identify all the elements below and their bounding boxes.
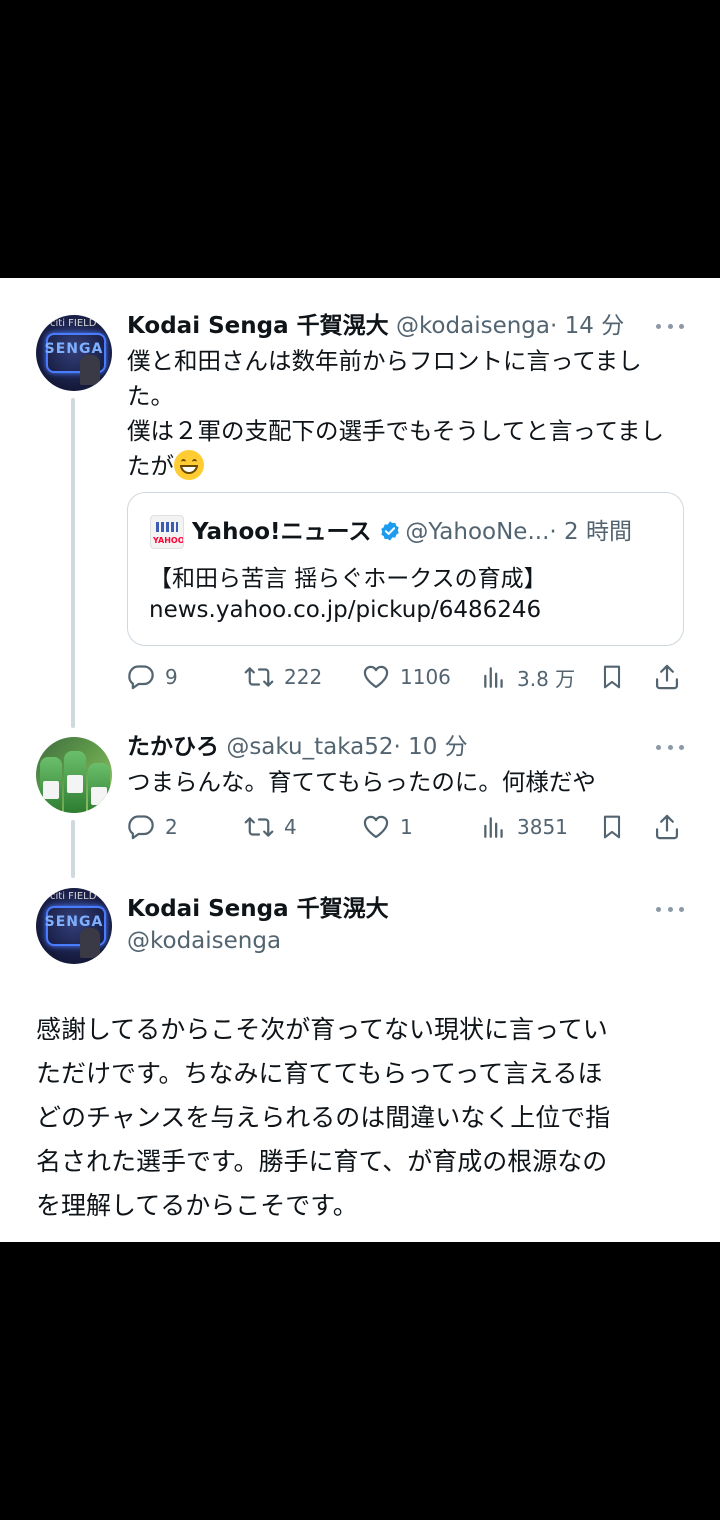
tweet-text-line: 感謝してるからこそ次が育ってない現状に言ってい bbox=[36, 1015, 608, 1044]
retweet-count: 222 bbox=[284, 665, 323, 689]
senga-logo: SENGA bbox=[44, 914, 104, 930]
tweet-text-line: 名された選手です。勝手に育て、が育成の根源なの bbox=[36, 1147, 608, 1176]
views-count: 3.8 万 bbox=[517, 666, 576, 691]
reply-count: 2 bbox=[165, 815, 178, 839]
tweet-text-line-text: たが bbox=[127, 452, 174, 480]
top-black-band bbox=[0, 0, 720, 278]
bookmark-icon bbox=[603, 665, 621, 689]
verified-badge-icon bbox=[381, 521, 400, 541]
timestamp[interactable]: · 14 分 bbox=[550, 313, 624, 339]
citi-field-logo: citi FIELD bbox=[50, 891, 97, 902]
tweet-text-line: たが bbox=[127, 449, 697, 484]
retweet-icon bbox=[244, 817, 274, 837]
thread-line bbox=[71, 820, 75, 878]
quoted-timestamp[interactable]: · 2 時間 bbox=[549, 519, 632, 545]
user-handle[interactable]: @kodaisenga bbox=[396, 313, 550, 339]
share-button[interactable] bbox=[653, 660, 681, 694]
quoted-tweet-card[interactable]: YAHOO Yahoo!ニュース @YahooNe...· 2 時間 【和田ら苦言… bbox=[127, 492, 684, 646]
timestamp[interactable]: · 10 分 bbox=[393, 734, 467, 760]
views-chart-icon bbox=[484, 667, 503, 688]
bottle-image bbox=[40, 757, 62, 813]
retweet-icon bbox=[244, 667, 274, 687]
avatar[interactable]: citi FIELD SENGA bbox=[36, 315, 112, 391]
tweet-text-line: 僕は２軍の支配下の選手でもそうしてと言ってまし bbox=[127, 417, 664, 445]
bottle-image bbox=[64, 751, 86, 813]
share-icon bbox=[655, 664, 679, 690]
more-options-icon[interactable] bbox=[656, 742, 684, 752]
share-icon bbox=[655, 814, 679, 840]
retweet-button[interactable]: 4 bbox=[244, 810, 297, 844]
bookmark-button[interactable] bbox=[599, 810, 625, 844]
more-options-icon[interactable] bbox=[656, 904, 684, 914]
views-button[interactable]: 3.8 万 bbox=[481, 660, 575, 694]
like-count: 1106 bbox=[400, 665, 451, 689]
citi-field-logo: citi FIELD bbox=[50, 318, 97, 329]
heart-icon bbox=[363, 815, 389, 839]
quoted-user-handle[interactable]: @YahooNe... bbox=[405, 519, 549, 545]
bottle-image bbox=[88, 763, 110, 813]
tweet-text-line: た。 bbox=[127, 382, 174, 410]
tweet-actions: 9 222 1106 3.8 万 bbox=[127, 660, 683, 694]
tweet-text-line: 僕と和田さんは数年前からフロントに言ってまし bbox=[127, 347, 642, 375]
reply-button[interactable]: 9 bbox=[127, 660, 178, 694]
user-handle[interactable]: @kodaisenga bbox=[127, 926, 281, 956]
bookmark-icon bbox=[603, 815, 621, 839]
views-count: 3851 bbox=[517, 815, 568, 839]
senga-logo: SENGA bbox=[44, 341, 104, 357]
tweet-actions: 2 4 1 3851 bbox=[127, 810, 683, 844]
player-figure bbox=[80, 928, 100, 958]
views-button[interactable]: 3851 bbox=[481, 810, 568, 844]
retweet-count: 4 bbox=[284, 815, 297, 839]
quoted-display-name[interactable]: Yahoo!ニュース bbox=[192, 519, 371, 545]
tweet-text-line: を理解してるからこそです。 bbox=[36, 1191, 358, 1220]
like-count: 1 bbox=[400, 815, 413, 839]
grinning-face-emoji-icon bbox=[174, 450, 204, 480]
player-figure bbox=[80, 355, 100, 385]
bottom-black-band bbox=[0, 1242, 720, 1520]
like-button[interactable]: 1 bbox=[362, 810, 413, 844]
share-button[interactable] bbox=[653, 810, 681, 844]
user-handle[interactable]: @saku_taka52 bbox=[226, 734, 393, 760]
retweet-button[interactable]: 222 bbox=[244, 660, 322, 694]
views-chart-icon bbox=[484, 817, 503, 838]
quoted-tweet-header: Yahoo!ニュース @YahooNe...· 2 時間 bbox=[192, 515, 632, 549]
tweet-text: 僕と和田さんは数年前からフロントに言ってまし た。 僕は２軍の支配下の選手でもそ… bbox=[127, 344, 697, 484]
tweet-text-line: どのチャンスを与えられるのは間違いなく上位で指 bbox=[36, 1103, 611, 1132]
reply-icon bbox=[128, 815, 154, 840]
more-options-icon[interactable] bbox=[656, 321, 684, 331]
thread-line bbox=[71, 398, 75, 728]
tweet-text-line: ただけです。ちなみに育ててもらってって言えるほ bbox=[36, 1059, 603, 1088]
display-name[interactable]: Kodai Senga 千賀滉大 bbox=[127, 894, 389, 924]
heart-icon bbox=[363, 665, 389, 689]
bookmark-button[interactable] bbox=[599, 660, 625, 694]
reply-count: 9 bbox=[165, 665, 178, 689]
display-name[interactable]: Kodai Senga 千賀滉大 bbox=[127, 313, 389, 339]
tweet-header: Kodai Senga 千賀滉大 @kodaisenga· 14 分 bbox=[127, 311, 624, 341]
like-button[interactable]: 1106 bbox=[362, 660, 451, 694]
quoted-tweet-link[interactable]: news.yahoo.co.jp/pickup/6486246 bbox=[149, 591, 541, 629]
display-name[interactable]: たかひろ bbox=[127, 734, 219, 760]
yahoo-news-avatar[interactable]: YAHOO bbox=[150, 515, 184, 549]
tweet-text: つまらんな。育ててもらったのに。何様だや bbox=[127, 768, 596, 796]
reply-button[interactable]: 2 bbox=[127, 810, 178, 844]
tweet-text: 感謝してるからこそ次が育ってない現状に言ってい ただけです。ちなみに育ててもらっ… bbox=[36, 1008, 686, 1228]
avatar[interactable] bbox=[36, 737, 112, 813]
avatar[interactable]: citi FIELD SENGA bbox=[36, 888, 112, 964]
tweet-header: たかひろ @saku_taka52· 10 分 bbox=[127, 732, 468, 762]
reply-icon bbox=[128, 665, 154, 690]
